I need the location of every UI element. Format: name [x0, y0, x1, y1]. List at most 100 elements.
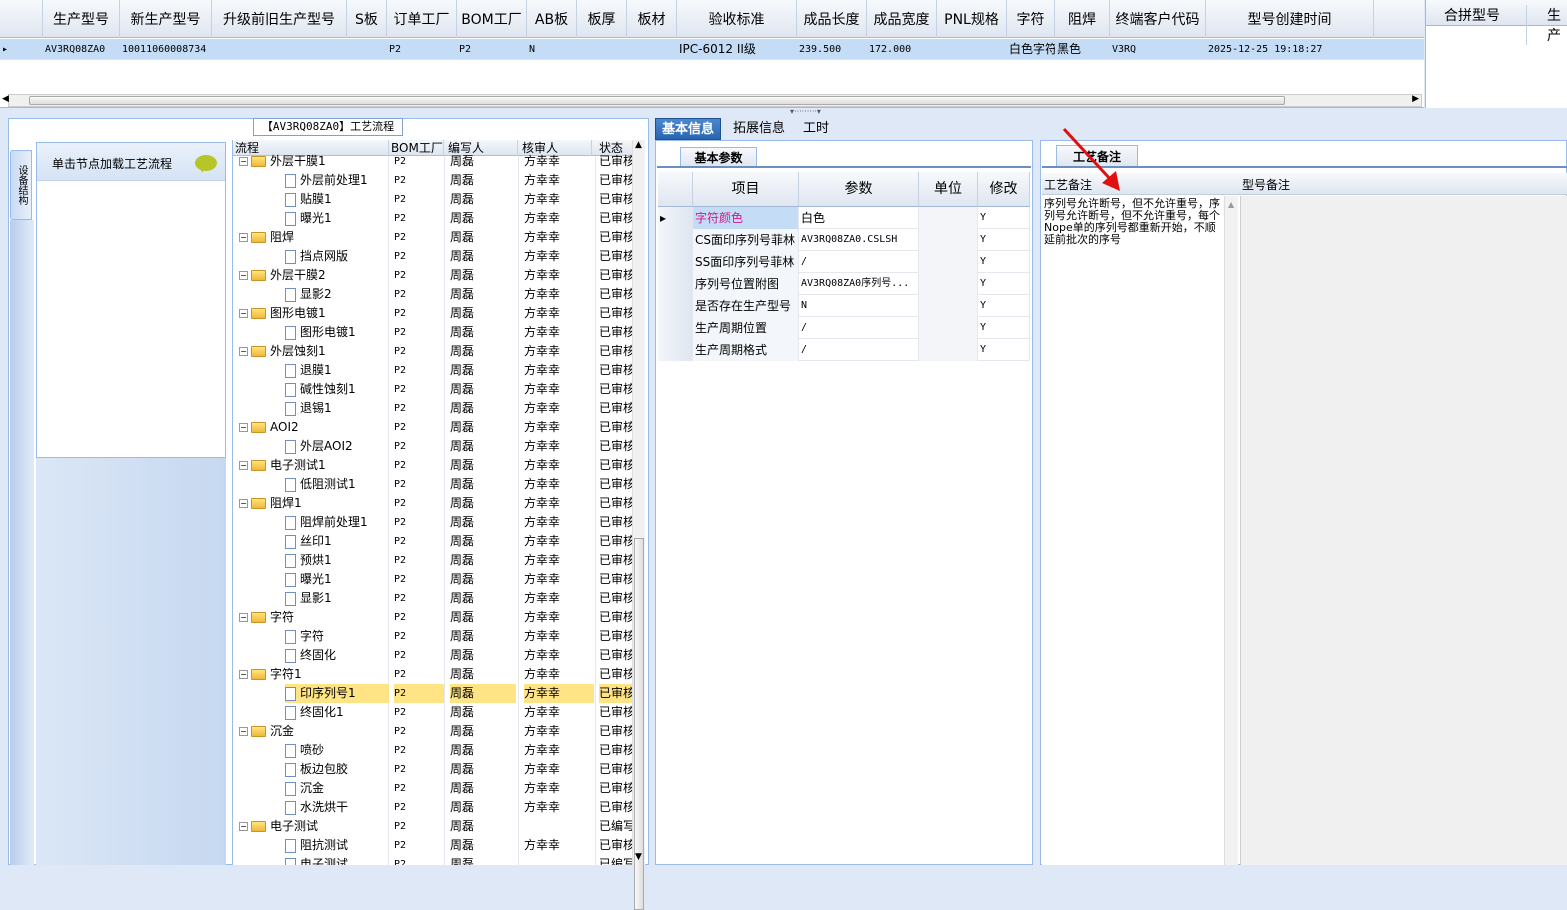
tree-row[interactable]: 外层AOI2 P2 周磊 方幸幸 已审核 [233, 437, 645, 456]
grid-cell-11[interactable]: 172.000 [867, 39, 937, 60]
param-cell-unit[interactable] [919, 317, 978, 339]
grid-cell-16[interactable]: 2025-12-25 19:18:27 [1206, 39, 1374, 60]
param-cell-edit[interactable]: Y [978, 207, 1030, 229]
splitter-grip-icon[interactable]: ▾·········▾ [790, 108, 850, 116]
collapse-icon[interactable]: − [239, 461, 248, 470]
collapse-icon[interactable]: − [239, 157, 248, 166]
tree-row[interactable]: − 外层干膜2 P2 周磊 方幸幸 已审核 [233, 266, 645, 285]
process-remark-text[interactable]: 序列号允许断号，但不允许重号，序列号允许断号，但不允许重号，每个Nope单的序列… [1042, 196, 1228, 865]
tree-row[interactable]: 外层前处理1 P2 周磊 方幸幸 已审核 [233, 171, 645, 190]
collapse-icon[interactable]: − [239, 233, 248, 242]
tab-extended-info[interactable]: 拓展信息 [727, 118, 791, 140]
grid-cell-13[interactable]: 白色字符 [1007, 39, 1055, 60]
grid-header-11[interactable]: 成品宽度 [867, 0, 937, 38]
tab-basic-params[interactable]: 基本参数 [680, 147, 757, 167]
tree-row[interactable]: − 图形电镀1 P2 周磊 方幸幸 已审核 [233, 304, 645, 323]
param-cell-unit[interactable] [919, 273, 978, 295]
tree-row[interactable]: 阻焊前处理1 P2 周磊 方幸幸 已审核 [233, 513, 645, 532]
tree-row[interactable]: 显影2 P2 周磊 方幸幸 已审核 [233, 285, 645, 304]
tree-row[interactable]: 电子测试 P2 周磊 已编写 [233, 855, 645, 865]
tree-row[interactable]: 印序列号1 P2 周磊 方幸幸 已审核 [233, 684, 645, 703]
collapse-icon[interactable]: − [239, 347, 248, 356]
grid-header-14[interactable]: 阻焊 [1055, 0, 1110, 38]
tree-row[interactable]: 终固化 P2 周磊 方幸幸 已审核 [233, 646, 645, 665]
param-cell-edit[interactable]: Y [978, 339, 1030, 361]
grid-header-10[interactable]: 成品长度 [797, 0, 867, 38]
scroll-left-arrow-icon[interactable]: ◀ [2, 94, 9, 104]
tree-row[interactable]: 曝光1 P2 周磊 方幸幸 已审核 [233, 209, 645, 228]
scroll-down-arrow-icon[interactable]: ▼ [635, 852, 642, 862]
grid-header-16[interactable]: 型号创建时间 [1206, 0, 1374, 38]
param-row[interactable]: 生产周期格式 / Y [658, 339, 1030, 361]
tree-row[interactable]: − 阻焊 P2 周磊 方幸幸 已审核 [233, 228, 645, 247]
tree-row[interactable]: 曝光1 P2 周磊 方幸幸 已审核 [233, 570, 645, 589]
collapse-icon[interactable]: − [239, 613, 248, 622]
param-row[interactable]: 生产周期位置 / Y [658, 317, 1030, 339]
horizontal-scrollbar[interactable]: ◀ ▶ [2, 94, 1422, 107]
grid-cell-1[interactable]: 10011060008734 [120, 39, 212, 60]
grid-header-15[interactable]: 终端客户代码 [1110, 0, 1206, 38]
tree-row[interactable]: 预烘1 P2 周磊 方幸幸 已审核 [233, 551, 645, 570]
param-cell-unit[interactable] [919, 251, 978, 273]
grid-header-8[interactable]: 板材 [627, 0, 677, 38]
grid-header-13[interactable]: 字符 [1007, 0, 1055, 38]
grid-header-6[interactable]: AB板 [527, 0, 577, 38]
grid-cell-15[interactable]: V3RQ [1110, 39, 1206, 60]
param-cell-value[interactable]: / [799, 317, 919, 339]
tree-row[interactable]: − 阻焊1 P2 周磊 方幸幸 已审核 [233, 494, 645, 513]
scroll-up-arrow-icon[interactable]: ▲ [635, 140, 642, 150]
param-row[interactable]: 序列号位置附图 AV3RQ08ZA0序列号... Y [658, 273, 1030, 295]
tab-work-hours[interactable]: 工时 [797, 118, 835, 140]
tree-row[interactable]: − 电子测试1 P2 周磊 方幸幸 已审核 [233, 456, 645, 475]
grid-cell-12[interactable] [937, 39, 1007, 60]
collapse-icon[interactable]: − [239, 822, 248, 831]
param-cell-unit[interactable] [919, 229, 978, 251]
collapse-icon[interactable]: − [239, 309, 248, 318]
tree-row[interactable]: 退膜1 P2 周磊 方幸幸 已审核 [233, 361, 645, 380]
param-cell-edit[interactable]: Y [978, 273, 1030, 295]
collapse-icon[interactable]: − [239, 271, 248, 280]
param-row[interactable]: SS面印序列号菲林 / Y [658, 251, 1030, 273]
param-cell-value[interactable]: N [799, 295, 919, 317]
tree-row[interactable]: 图形电镀1 P2 周磊 方幸幸 已审核 [233, 323, 645, 342]
grid-cell-8[interactable] [627, 39, 677, 60]
scroll-up-arrow-icon[interactable]: ▲ [1228, 200, 1234, 209]
tree-row[interactable]: 丝印1 P2 周磊 方幸幸 已审核 [233, 532, 645, 551]
tree-row[interactable]: 贴膜1 P2 周磊 方幸幸 已审核 [233, 190, 645, 209]
tree-row[interactable]: − AOI2 P2 周磊 方幸幸 已审核 [233, 418, 645, 437]
param-cell-value[interactable]: AV3RQ08ZA0.CSLSH [799, 229, 919, 251]
param-cell-value[interactable]: / [799, 339, 919, 361]
param-cell-edit[interactable]: Y [978, 251, 1030, 273]
grid-cell-6[interactable]: N [527, 39, 577, 60]
grid-header-0[interactable]: 生产型号 [43, 0, 120, 38]
param-row[interactable]: CS面印序列号菲林 AV3RQ08ZA0.CSLSH Y [658, 229, 1030, 251]
tree-row[interactable]: 沉金 P2 周磊 方幸幸 已审核 [233, 779, 645, 798]
tree-row[interactable]: 喷砂 P2 周磊 方幸幸 已审核 [233, 741, 645, 760]
process-tree-grid[interactable]: 流程 BOM工厂 编写人 核审人 状态 − 外层干膜1 P2 周磊 方幸幸 已审核 外层前处… [232, 140, 645, 865]
tree-row[interactable]: 挡点网版 P2 周磊 方幸幸 已审核 [233, 247, 645, 266]
scrollbar-thumb[interactable] [29, 96, 1285, 105]
product-grid-row[interactable]: ▸ AV3RQ08ZA0 10011060008734 P2 P2 N IPC-6012 I… [0, 39, 1424, 60]
merge-model-grid[interactable]: 合拼型号 生产 [1425, 0, 1567, 108]
param-row[interactable]: ▸ 字符颜色 白色 Y [658, 207, 1030, 229]
tree-row[interactable]: − 外层蚀刻1 P2 周磊 方幸幸 已审核 [233, 342, 645, 361]
param-cell-unit[interactable] [919, 295, 978, 317]
tree-row[interactable]: 水洗烘干 P2 周磊 方幸幸 已审核 [233, 798, 645, 817]
grid-cell-2[interactable] [212, 39, 347, 60]
param-cell-edit[interactable]: Y [978, 295, 1030, 317]
tree-vertical-scrollbar[interactable]: ▲ ▼ [632, 140, 645, 910]
memo-scrollbar[interactable]: ▲ [1224, 196, 1238, 865]
grid-header-4[interactable]: 订单工厂 [387, 0, 457, 38]
collapse-icon[interactable]: − [239, 727, 248, 736]
tree-row[interactable]: 板边包胶 P2 周磊 方幸幸 已审核 [233, 760, 645, 779]
collapse-icon[interactable]: − [239, 670, 248, 679]
grid-header-1[interactable]: 新生产型号 [120, 0, 212, 38]
tree-row[interactable]: − 外层干膜1 P2 周磊 方幸幸 已审核 [233, 152, 645, 171]
collapse-icon[interactable]: − [239, 499, 248, 508]
product-grid[interactable]: 生产型号 新生产型号 升级前旧生产型号 S板 订单工厂 BOM工厂 AB板 板厚 板材 验收标准成… [0, 0, 1424, 108]
grid-cell-9[interactable]: IPC-6012 II级 [677, 39, 797, 60]
param-cell-value[interactable]: / [799, 251, 919, 273]
tree-row[interactable]: 终固化1 P2 周磊 方幸幸 已审核 [233, 703, 645, 722]
tree-row[interactable]: 显影1 P2 周磊 方幸幸 已审核 [233, 589, 645, 608]
grid-header-9[interactable]: 验收标准 [677, 0, 797, 38]
